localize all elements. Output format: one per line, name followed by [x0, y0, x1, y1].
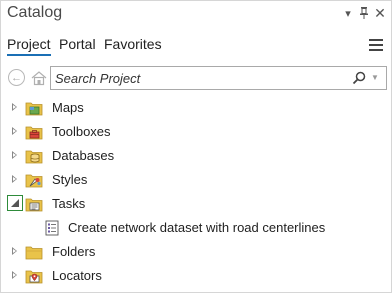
expand-arrow-icon[interactable] [10, 127, 20, 137]
tree-item-label: Locators [52, 268, 102, 283]
hamburger-menu-icon[interactable] [369, 39, 383, 51]
tree-item-databases[interactable]: Databases [1, 144, 391, 168]
tab-portal[interactable]: Portal [59, 36, 96, 52]
pin-icon[interactable] [357, 6, 371, 20]
search-icon[interactable] [351, 70, 367, 86]
tree-item-label: Databases [52, 148, 115, 163]
pane-titlebar: Catalog ▾ ✕ [1, 1, 391, 27]
styles-folder-icon [25, 171, 43, 189]
tree-item-label: Styles [52, 172, 88, 187]
search-options-chevron-icon[interactable]: ▼ [371, 73, 379, 82]
home-icon[interactable] [30, 69, 48, 87]
tree-item-toolboxes[interactable]: Toolboxes [1, 120, 391, 144]
tab-favorites[interactable]: Favorites [104, 36, 162, 52]
search-row: ← ▼ [1, 65, 391, 91]
back-arrow-icon[interactable]: ← [8, 69, 25, 86]
tab-project[interactable]: Project [7, 36, 51, 56]
folders-folder-icon [25, 243, 43, 261]
tree-item-task[interactable]: Create network dataset with road centerl… [1, 216, 391, 240]
collapse-arrow-icon[interactable] [7, 195, 23, 211]
maps-folder-icon [25, 99, 43, 117]
tree-item-locators[interactable]: Locators [1, 264, 391, 288]
task-item-icon [43, 219, 61, 237]
expand-arrow-icon[interactable] [10, 247, 20, 257]
search-box: ▼ [50, 66, 387, 90]
tree-item-label: Tasks [52, 196, 86, 211]
expand-arrow-icon[interactable] [10, 175, 20, 185]
databases-folder-icon [25, 147, 43, 165]
tasks-folder-icon [25, 195, 43, 213]
tree-item-tasks[interactable]: Tasks [1, 192, 391, 216]
tree-item-label: Toolboxes [52, 124, 111, 139]
tree-item-label: Create network dataset with road centerl… [68, 220, 326, 235]
toolboxes-folder-icon [25, 123, 43, 141]
expand-arrow-icon[interactable] [10, 271, 20, 281]
search-input[interactable] [55, 69, 335, 87]
tree-item-folders[interactable]: Folders [1, 240, 391, 264]
tree-item-label: Maps [52, 100, 84, 115]
catalog-pane: Catalog ▾ ✕ Project Portal Favorites ← S… [0, 0, 392, 293]
pane-options-dropdown-icon[interactable]: ▾ [341, 6, 355, 20]
expand-arrow-icon[interactable] [10, 103, 20, 113]
pane-title: Catalog [7, 4, 63, 21]
expand-arrow-icon[interactable] [10, 151, 20, 161]
locators-folder-icon [25, 267, 43, 285]
tree-item-styles[interactable]: Styles [1, 168, 391, 192]
tree-item-maps[interactable]: Maps [1, 96, 391, 120]
close-icon[interactable]: ✕ [373, 5, 387, 21]
tree-item-label: Folders [52, 244, 96, 259]
